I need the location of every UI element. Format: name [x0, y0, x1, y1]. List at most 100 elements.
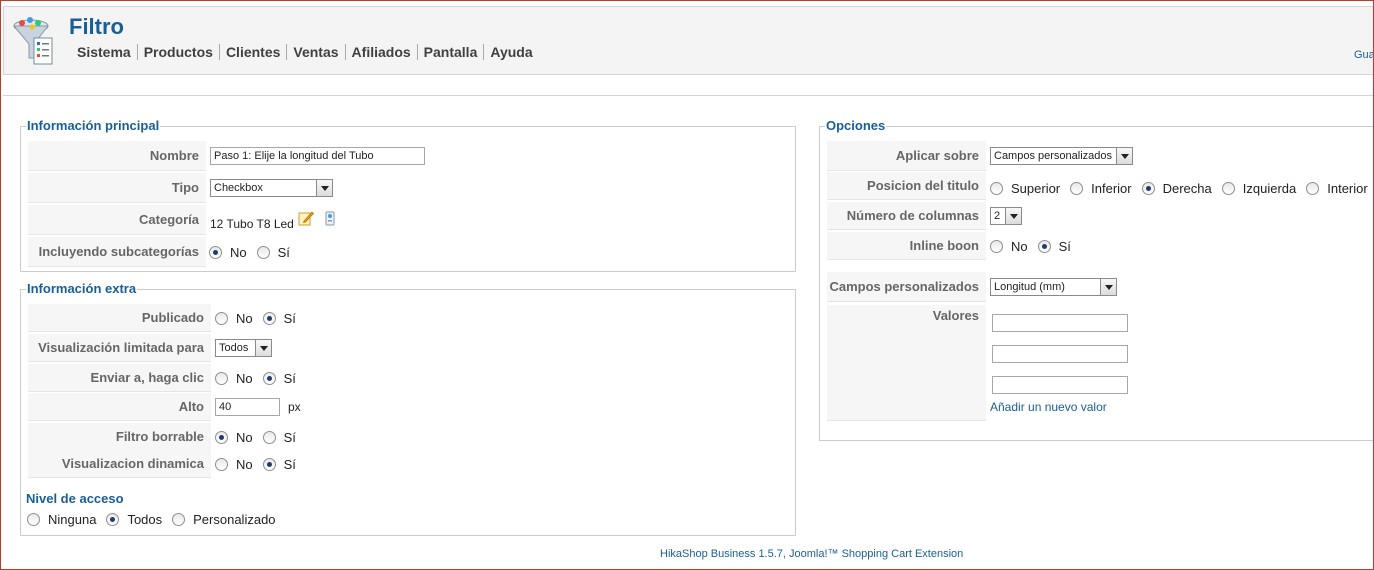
extra-info-legend: Información extra [26, 281, 138, 296]
visualizacion-limitada-select[interactable]: Todos [215, 339, 272, 357]
menu-item-clientes[interactable]: Clientes [218, 44, 286, 60]
posicion-izquierda-radio[interactable] [1221, 181, 1235, 195]
save-link[interactable]: Gua [1354, 49, 1374, 61]
valor-input-1[interactable] [992, 314, 1128, 332]
main-menu: Sistema Productos Clientes Ventas Afilia… [71, 44, 539, 60]
subcategorias-no-label: No [230, 244, 247, 260]
nombre-label: Nombre [28, 141, 206, 171]
subcategorias-label: Incluyendo subcategorías [28, 237, 206, 267]
visualizacion-dinamica-label: Visualizacion dinamica [28, 450, 211, 478]
acceso-personalizado-radio[interactable] [172, 513, 186, 526]
edit-icon[interactable] [298, 210, 314, 226]
numero-columnas-value: 2 [994, 210, 1001, 222]
borrable-no-radio[interactable] [215, 430, 228, 444]
options-fieldset: Opciones Aplicar sobre Campos personaliz… [819, 118, 1374, 441]
main-info-fieldset: Información principal Nombre Tipo Checkb… [20, 118, 796, 272]
menu-item-ayuda[interactable]: Ayuda [483, 44, 538, 60]
visualizacion-limitada-value: Todos [219, 342, 249, 354]
subcategorias-no-radio[interactable] [209, 245, 222, 259]
borrable-no-label: No [236, 429, 253, 445]
aplicar-sobre-value: Campos personalizados [994, 150, 1113, 162]
page-title: Filtro [69, 14, 124, 39]
valor-input-3[interactable] [992, 376, 1128, 394]
posicion-derecha-label: Derecha [1162, 180, 1212, 196]
filter-funnel-icon [12, 17, 53, 65]
aplicar-sobre-label: Aplicar sobre [827, 141, 986, 171]
numero-columnas-label: Número de columnas [827, 202, 986, 230]
enviar-no-label: No [236, 370, 253, 386]
acceso-todos-label: Todos [127, 512, 163, 527]
acceso-ninguna-label: Ninguna [48, 512, 97, 527]
publicado-no-radio[interactable] [215, 311, 228, 325]
tipo-select[interactable]: Checkbox [210, 179, 333, 197]
acceso-todos-radio[interactable] [106, 513, 120, 526]
nivel-acceso-title: Nivel de acceso [26, 491, 124, 506]
add-value-link[interactable]: Añadir un nuevo valor [990, 400, 1107, 414]
publicado-si-label: Sí [283, 310, 296, 326]
enviar-si-label: Sí [283, 370, 296, 386]
borrable-si-radio[interactable] [262, 430, 276, 444]
subcategorias-si-label: Sí [277, 244, 290, 260]
chevron-down-icon [1116, 148, 1132, 164]
campos-personalizados-select[interactable]: Longitud (mm) [990, 278, 1117, 296]
menu-item-pantalla[interactable]: Pantalla [416, 44, 484, 60]
nombre-input[interactable] [210, 147, 425, 165]
tipo-label: Tipo [28, 173, 206, 203]
delete-icon[interactable] [322, 210, 338, 226]
inline-no-radio[interactable] [990, 239, 1003, 253]
enviar-no-radio[interactable] [215, 371, 228, 385]
chevron-down-icon [1005, 208, 1021, 224]
inline-boon-label: Inline boon [827, 232, 986, 260]
chevron-down-icon [316, 180, 332, 196]
valores-label: Valores [827, 305, 986, 421]
campos-personalizados-label: Campos personalizados [827, 272, 986, 302]
categoria-label: Categoría [28, 205, 206, 235]
numero-columnas-select[interactable]: 2 [990, 207, 1022, 225]
chevron-down-icon [1100, 279, 1116, 295]
inline-si-radio[interactable] [1037, 239, 1051, 253]
dinamica-si-radio[interactable] [262, 457, 276, 471]
inline-no-label: No [1011, 238, 1028, 254]
options-legend: Opciones [825, 118, 887, 133]
posicion-superior-label: Superior [1011, 180, 1061, 196]
toolbar-separator [3, 83, 1374, 96]
main-info-legend: Información principal [26, 118, 161, 133]
posicion-inferior-radio[interactable] [1070, 181, 1084, 195]
dinamica-si-label: Sí [283, 456, 296, 472]
chevron-down-icon [255, 340, 271, 356]
alto-unit: px [288, 400, 301, 414]
visualizacion-limitada-label: Visualización limitada para [28, 334, 211, 362]
posicion-inferior-label: Inferior [1091, 180, 1132, 196]
categoria-value: 12 Tubo T8 Led [210, 217, 294, 231]
footer-credit[interactable]: HikaShop Business 1.5.7, Joomla!™ Shoppi… [660, 548, 963, 560]
publicado-no-label: No [236, 310, 253, 326]
posicion-interior-label: Interior [1327, 180, 1368, 196]
campos-personalizados-value: Longitud (mm) [994, 281, 1065, 293]
enviar-si-radio[interactable] [262, 371, 276, 385]
inline-si-label: Sí [1058, 238, 1071, 254]
acceso-ninguna-radio[interactable] [27, 513, 40, 526]
filtro-borrable-label: Filtro borrable [28, 423, 211, 451]
posicion-izquierda-label: Izquierda [1242, 180, 1297, 196]
publicado-si-radio[interactable] [262, 311, 276, 325]
posicion-superior-radio[interactable] [990, 181, 1003, 195]
menu-item-sistema[interactable]: Sistema [71, 44, 137, 60]
alto-input[interactable] [215, 398, 280, 416]
subcategorias-si-radio[interactable] [256, 245, 270, 259]
page-header: Filtro Sistema Productos Clientes Ventas… [3, 6, 1374, 75]
posicion-interior-radio[interactable] [1306, 181, 1320, 195]
menu-item-ventas[interactable]: Ventas [286, 44, 344, 60]
publicado-label: Publicado [28, 304, 211, 332]
posicion-titulo-label: Posicion del titulo [827, 172, 986, 200]
posicion-derecha-radio[interactable] [1141, 181, 1155, 195]
tipo-select-value: Checkbox [214, 182, 263, 194]
acceso-personalizado-label: Personalizado [193, 512, 276, 527]
alto-label: Alto [28, 393, 211, 421]
enviar-label: Enviar a, haga clic [28, 364, 211, 392]
dinamica-no-radio[interactable] [215, 457, 228, 471]
valor-input-2[interactable] [992, 345, 1128, 363]
extra-info-fieldset: Información extra Publicado No Sí Visual… [20, 281, 796, 536]
menu-item-afiliados[interactable]: Afiliados [344, 44, 417, 60]
menu-item-productos[interactable]: Productos [136, 44, 219, 60]
aplicar-sobre-select[interactable]: Campos personalizados [990, 147, 1133, 165]
